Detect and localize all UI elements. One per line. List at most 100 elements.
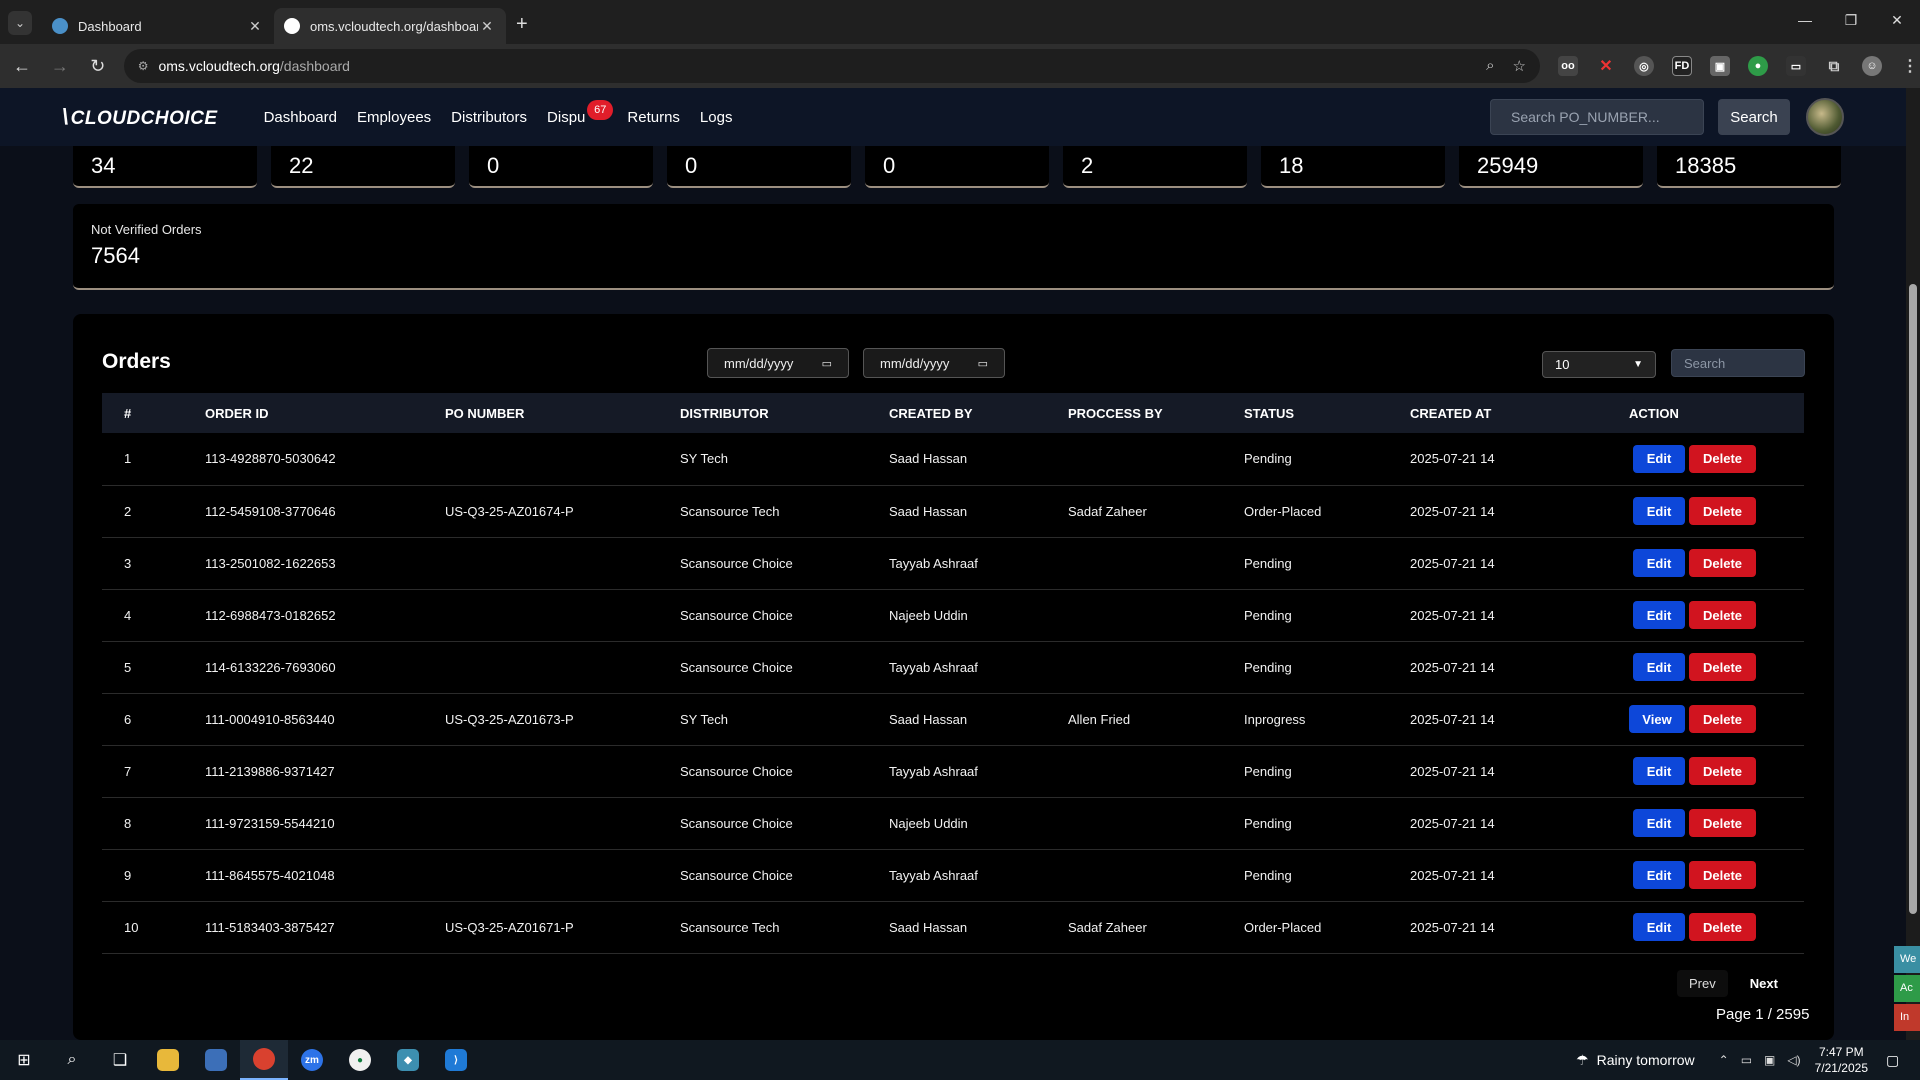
- zoom-app-icon[interactable]: zm: [288, 1040, 336, 1080]
- back-icon[interactable]: ←: [6, 50, 38, 82]
- po-search-button[interactable]: Search: [1718, 99, 1790, 135]
- nav-link-dashboard[interactable]: Dashboard: [264, 109, 337, 126]
- restore-icon[interactable]: ❐: [1828, 0, 1874, 40]
- close-tab-icon[interactable]: ✕: [478, 18, 496, 35]
- page-size-select[interactable]: 10 ▼: [1542, 351, 1656, 378]
- orders-search-input[interactable]: [1671, 349, 1805, 377]
- nav-link-distributors[interactable]: Distributors: [451, 109, 527, 126]
- date-to-input[interactable]: mm/dd/yyyy ▭: [863, 348, 1005, 378]
- notification-icon[interactable]: ▢: [1886, 1052, 1914, 1069]
- file-explorer-icon[interactable]: [144, 1040, 192, 1080]
- delete-order-button[interactable]: Delete: [1689, 601, 1756, 629]
- cell-po-number: [445, 537, 680, 589]
- delete-order-button[interactable]: Delete: [1689, 653, 1756, 681]
- nav-link-returns[interactable]: Returns: [627, 109, 680, 126]
- extension-green-icon[interactable]: ●: [1747, 56, 1768, 76]
- address-bar[interactable]: ⚙ oms.vcloudtech.org/dashboard ⌕ ☆: [123, 49, 1540, 83]
- edit-order-button[interactable]: Edit: [1633, 913, 1685, 941]
- col-created-at[interactable]: CREATED AT: [1410, 393, 1629, 433]
- app-hex-icon[interactable]: ◆: [384, 1040, 432, 1080]
- search-icon[interactable]: ⌕: [48, 1040, 96, 1080]
- extension-fd-icon[interactable]: FD: [1671, 56, 1692, 76]
- calendar-icon[interactable]: ▭: [978, 357, 988, 370]
- prev-page-button[interactable]: Prev: [1677, 970, 1728, 997]
- edit-order-button[interactable]: Edit: [1633, 497, 1685, 525]
- edit-order-button[interactable]: Edit: [1633, 444, 1685, 473]
- edit-order-button[interactable]: Edit: [1633, 653, 1685, 681]
- minimize-icon[interactable]: —: [1782, 0, 1828, 40]
- forward-icon[interactable]: →: [44, 50, 76, 82]
- col-order-id[interactable]: ORDER ID: [205, 393, 445, 433]
- side-tab-3[interactable]: In: [1894, 1004, 1920, 1031]
- side-tab-1[interactable]: We: [1894, 946, 1920, 973]
- extension-gray-icon[interactable]: ▭: [1785, 56, 1806, 76]
- nav-link-employees[interactable]: Employees: [357, 109, 431, 126]
- delete-order-button[interactable]: Delete: [1689, 705, 1756, 733]
- delete-order-button[interactable]: Delete: [1689, 809, 1756, 837]
- mongodb-icon[interactable]: ●: [336, 1040, 384, 1080]
- col-po-number[interactable]: PO NUMBER: [445, 393, 680, 433]
- extensions-puzzle-icon[interactable]: ⧉: [1824, 56, 1844, 76]
- col-process-by[interactable]: PROCCESS BY: [1068, 393, 1244, 433]
- nav-link-logs[interactable]: Logs: [700, 109, 733, 126]
- network-icon[interactable]: ▣: [1764, 1053, 1775, 1067]
- windows-start-icon[interactable]: ⊞: [0, 1040, 48, 1080]
- site-info-icon[interactable]: ⚙: [138, 59, 149, 73]
- edit-order-button[interactable]: Edit: [1633, 757, 1685, 785]
- next-page-button[interactable]: Next: [1738, 970, 1790, 997]
- col-distributor[interactable]: DISTRIBUTOR: [680, 393, 889, 433]
- edit-order-button[interactable]: Edit: [1633, 549, 1685, 577]
- delete-order-button[interactable]: Delete: [1689, 861, 1756, 889]
- extension-glasses-icon[interactable]: oo: [1557, 56, 1578, 76]
- edit-order-button[interactable]: Edit: [1633, 861, 1685, 889]
- task-view-icon[interactable]: ❑: [96, 1040, 144, 1080]
- page-scrollbar[interactable]: [1906, 88, 1920, 1040]
- delete-order-button[interactable]: Delete: [1689, 913, 1756, 941]
- battery-icon[interactable]: ▭: [1741, 1053, 1752, 1067]
- tab-search-dropdown[interactable]: ⌄: [8, 11, 32, 35]
- user-avatar[interactable]: [1806, 98, 1844, 136]
- zoom-icon[interactable]: ⌕: [1486, 57, 1494, 75]
- delete-order-button[interactable]: Delete: [1689, 549, 1756, 577]
- edit-order-button[interactable]: Edit: [1633, 809, 1685, 837]
- chevron-up-icon[interactable]: ⌃: [1719, 1053, 1729, 1067]
- col-number[interactable]: #: [102, 393, 205, 433]
- tray-icons: ⌃ ▭ ▣ ◁): [1719, 1053, 1801, 1067]
- pagination: Prev Next: [1677, 970, 1790, 997]
- app-logo[interactable]: \ CLOUDCHOICE: [62, 104, 218, 130]
- close-window-icon[interactable]: ✕: [1874, 0, 1920, 40]
- close-tab-icon[interactable]: ✕: [246, 18, 264, 35]
- scrollbar-thumb[interactable]: [1909, 284, 1917, 914]
- browser-menu-icon[interactable]: ⋮: [1900, 56, 1920, 76]
- vscode-icon[interactable]: ⟩: [432, 1040, 480, 1080]
- extension-close-icon[interactable]: ✕: [1596, 56, 1616, 76]
- store-icon[interactable]: [192, 1040, 240, 1080]
- view-order-button[interactable]: View: [1629, 705, 1685, 733]
- delete-order-button[interactable]: Delete: [1689, 497, 1756, 525]
- volume-icon[interactable]: ◁): [1787, 1053, 1800, 1067]
- extension-photo-icon[interactable]: ▣: [1709, 56, 1730, 76]
- calendar-icon[interactable]: ▭: [822, 357, 832, 370]
- browser-tab-oms[interactable]: oms.vcloudtech.org/dashboard ✕: [274, 8, 506, 44]
- browser-tab-dashboard[interactable]: Dashboard ✕: [42, 8, 274, 44]
- cell-action: Edit Delete: [1629, 537, 1804, 589]
- nav-link-disputes[interactable]: Dispu 67: [547, 99, 614, 126]
- edit-order-button[interactable]: Edit: [1633, 601, 1685, 629]
- new-tab-icon[interactable]: +: [516, 13, 528, 36]
- taskbar-clock[interactable]: 7:47 PM 7/21/2025: [1815, 1044, 1868, 1076]
- bookmark-star-icon[interactable]: ☆: [1513, 57, 1526, 75]
- delete-order-button[interactable]: Delete: [1689, 444, 1756, 473]
- cell-process-by: [1068, 433, 1244, 485]
- col-created-by[interactable]: CREATED BY: [889, 393, 1068, 433]
- chrome-icon[interactable]: [240, 1040, 288, 1080]
- col-status[interactable]: STATUS: [1244, 393, 1410, 433]
- extension-globe-icon[interactable]: ◎: [1633, 56, 1654, 76]
- table-row: 2 112-5459108-3770646 US-Q3-25-AZ01674-P Sc…: [102, 485, 1804, 537]
- delete-order-button[interactable]: Delete: [1689, 757, 1756, 785]
- po-number-search-input[interactable]: [1490, 99, 1704, 135]
- reload-icon[interactable]: ↻: [82, 50, 114, 82]
- date-from-input[interactable]: mm/dd/yyyy ▭: [707, 348, 849, 378]
- weather-widget[interactable]: ☂ Rainy tomorrow: [1576, 1052, 1695, 1069]
- profile-icon[interactable]: ☺: [1861, 56, 1882, 76]
- side-tab-2[interactable]: Ac: [1894, 975, 1920, 1002]
